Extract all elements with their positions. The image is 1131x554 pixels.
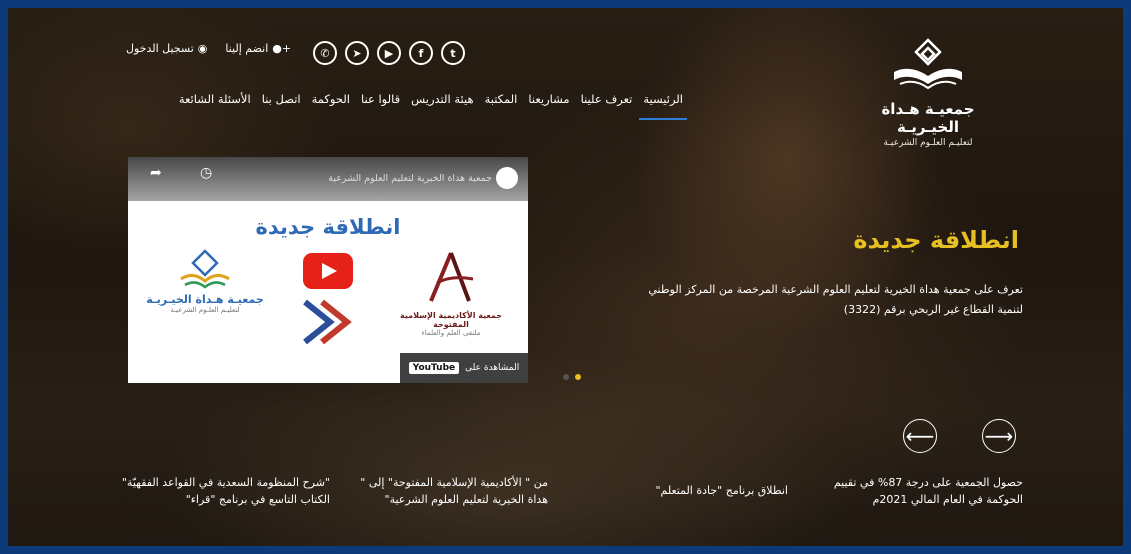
news-item[interactable]: انطلاق برنامج "جادة المتعلم" [608, 482, 788, 499]
hudat-logo-name: جمعيـة هـداة الخيـريـة [146, 293, 264, 306]
slider-dots [563, 374, 581, 380]
hero-section: جمعيـة هـداة الخيـريـة لتعليـم العلـوم ا… [8, 8, 1123, 546]
nav-item-projects[interactable]: مشاريعنا [528, 92, 569, 106]
nav-item-testimonials[interactable]: قالوا عنا [361, 92, 400, 106]
slider-dot[interactable] [563, 374, 569, 380]
twitter-icon[interactable]: t [441, 41, 465, 65]
news-prev-button[interactable]: ⟵ [903, 419, 937, 453]
nav-item-home[interactable]: الرئيسية [643, 92, 683, 106]
hudat-logo-icon [180, 249, 230, 289]
telegram-icon[interactable]: ➤ [345, 41, 369, 65]
news-item[interactable]: من " الأكاديمية الإسلامية المفتوحة" إلى … [348, 474, 548, 508]
slider-dot-active[interactable] [575, 374, 581, 380]
main-nav: الرئيسية تعرف علينا مشاريعنا المكتبة هيئ… [179, 92, 683, 106]
video-embed[interactable]: جمعية هداة الخيرية لتعليم العلوم الشرعية… [128, 157, 528, 383]
arrow-right-icon: ⟶ [984, 424, 1014, 448]
youtube-icon[interactable]: ▶ [377, 41, 401, 65]
share-icon[interactable]: ➦ [150, 165, 162, 181]
nav-item-contact[interactable]: اتصل بنا [262, 92, 301, 106]
logo-name: جمعيـة هـداة الخيـريـة [881, 100, 975, 136]
join-label: انضم إلينا [225, 42, 269, 55]
video-big-text: انطلاقة جديدة [255, 215, 401, 239]
academy-logo-sub: ملتقى العلم والعلماء [421, 329, 481, 337]
academy-logo-icon [429, 252, 474, 302]
social-links: ✆ ➤ ▶ f t [313, 41, 465, 65]
logo-subtitle: لتعليـم العلـوم الشرعيـة [883, 138, 973, 148]
news-item[interactable]: "شرح المنظومة السعدية في القواعد الفقهيّ… [120, 474, 330, 508]
join-link[interactable]: +● انضم إلينا [225, 42, 291, 55]
watch-on-youtube[interactable]: المشاهدة على YouTube [400, 353, 528, 383]
nav-item-faculty[interactable]: هيئة التدريس [411, 92, 473, 106]
user-plus-icon: +● [272, 42, 292, 55]
nav-item-faq[interactable]: الأسئلة الشائعة [179, 92, 251, 106]
hero-headline: انطلاقة جديدة [853, 226, 1019, 254]
login-label: تسجيل الدخول [126, 42, 194, 55]
arrow-left-icon: ⟵ [905, 424, 935, 448]
double-chevron-icon [303, 299, 352, 345]
nav-item-library[interactable]: المكتبة [485, 92, 518, 106]
nav-active-indicator [639, 118, 687, 120]
logo-mark-icon [894, 38, 962, 90]
news-next-button[interactable]: ⟶ [982, 419, 1016, 453]
news-item[interactable]: حصول الجمعية على درجة 87% في تقييم الحوك… [823, 474, 1023, 508]
hudat-logo: جمعيـة هـداة الخيـريـة لتعليـم العلـوم ا… [140, 249, 270, 314]
login-link[interactable]: ◉ تسجيل الدخول [126, 42, 207, 55]
channel-avatar[interactable] [496, 167, 518, 189]
hero-description: تعرف على جمعية هداة الخيرية لتعليم العلو… [648, 283, 1023, 316]
academy-logo: جمعية الأكاديمية الإسلامية المفتوحة ملتق… [386, 249, 516, 337]
site-logo[interactable]: جمعيـة هـداة الخيـريـة لتعليـم العلـوم ا… [853, 36, 1003, 148]
watch-later-icon[interactable]: ◷ [200, 165, 212, 181]
facebook-icon[interactable]: f [409, 41, 433, 65]
video-title[interactable]: جمعية هداة الخيرية لتعليم العلوم الشرعية [328, 173, 492, 184]
watch-on-label: المشاهدة على [465, 363, 520, 373]
nav-item-about[interactable]: تعرف علينا [581, 92, 633, 106]
hudat-logo-sub: لتعليـم العلـوم الشرعيـة [170, 306, 240, 314]
play-button[interactable] [303, 253, 353, 289]
nav-item-governance[interactable]: الحوكمة [312, 92, 350, 106]
academy-logo-name: جمعية الأكاديمية الإسلامية المفتوحة [400, 311, 502, 329]
youtube-logo: YouTube [408, 362, 460, 374]
transition-arrows [300, 297, 360, 351]
video-header: جمعية هداة الخيرية لتعليم العلوم الشرعية… [128, 157, 528, 201]
whatsapp-icon[interactable]: ✆ [313, 41, 337, 65]
account-links: +● انضم إلينا ◉ تسجيل الدخول [126, 42, 291, 55]
user-circle-icon: ◉ [197, 42, 208, 55]
